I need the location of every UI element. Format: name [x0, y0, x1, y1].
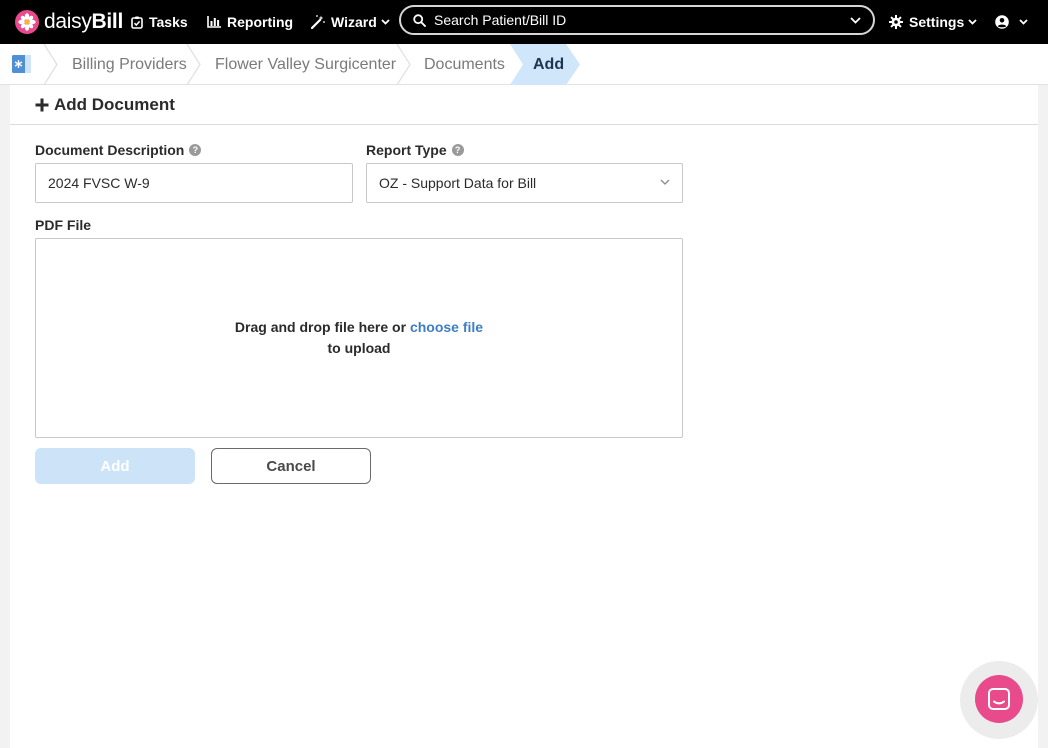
chevron-down-icon	[968, 19, 977, 25]
search-icon	[413, 13, 426, 27]
breadcrumb-separator	[43, 44, 58, 85]
clipboard-check-icon	[131, 16, 143, 29]
pdf-dropzone[interactable]: Drag and drop file here or choose file t…	[35, 238, 683, 438]
nav-reporting-label: Reporting	[227, 14, 294, 30]
report-type-selected-value: OZ - Support Data for Bill	[379, 175, 537, 191]
dropzone-text-upload: to upload	[327, 340, 391, 356]
breadcrumb-documents[interactable]: Documents	[424, 44, 505, 85]
breadcrumb-billing-providers[interactable]: Billing Providers	[72, 44, 187, 85]
breadcrumb: Billing Providers Flower Valley Surgicen…	[0, 44, 1048, 85]
home-page-icon[interactable]	[12, 54, 32, 74]
breadcrumb-add: Add	[533, 55, 565, 73]
nav-tasks-label: Tasks	[149, 14, 188, 30]
card-header: Add Document	[10, 85, 1038, 125]
nav-settings-label: Settings	[909, 14, 965, 30]
choose-file-link[interactable]: choose file	[410, 319, 483, 335]
daisy-logo-icon	[15, 10, 39, 34]
search-input[interactable]: Search Patient/Bill ID	[434, 12, 850, 28]
brand-logo-link[interactable]: daisyBill	[15, 10, 123, 34]
page-title: Add Document	[54, 94, 175, 114]
user-menu[interactable]	[995, 15, 1028, 29]
chat-launcher-button[interactable]	[975, 675, 1023, 723]
dropzone-line-1: Drag and drop file here or choose file	[235, 317, 483, 338]
chat-icon	[988, 688, 1010, 710]
document-description-input[interactable]: 2024 FVSC W-9	[35, 163, 353, 203]
brand-name: daisyBill	[44, 10, 123, 34]
breadcrumb-flower-valley-surgicenter[interactable]: Flower Valley Surgicenter	[215, 44, 396, 85]
brand-suffix: Bill	[91, 10, 124, 33]
nav-tasks[interactable]: Tasks	[131, 14, 188, 30]
chevron-down-icon	[660, 179, 670, 185]
add-button[interactable]: Add	[35, 448, 195, 484]
breadcrumb-separator	[186, 44, 201, 85]
magic-wand-icon	[311, 15, 325, 29]
document-description-label: Document Description ?	[35, 142, 202, 158]
user-circle-icon	[995, 15, 1009, 29]
brand-prefix: daisy	[44, 10, 92, 33]
help-icon[interactable]: ?	[451, 144, 464, 156]
plus-icon	[35, 98, 49, 111]
top-navbar: daisyBill Tasks Reporting Wizard Search …	[0, 0, 1048, 44]
chevron-down-icon	[381, 19, 390, 25]
dropzone-text: Drag and drop file here or	[234, 319, 407, 335]
gear-icon	[889, 15, 903, 29]
pdf-file-label: PDF File	[35, 217, 92, 233]
help-icon[interactable]: ?	[189, 144, 202, 156]
report-type-label-text: Report Type	[366, 142, 447, 158]
bar-chart-icon	[207, 16, 221, 28]
nav-reporting[interactable]: Reporting	[207, 14, 293, 30]
cancel-button[interactable]: Cancel	[211, 448, 371, 484]
document-description-label-text: Document Description	[35, 142, 185, 158]
chevron-down-icon	[1019, 19, 1028, 25]
breadcrumb-separator	[396, 44, 411, 85]
report-type-select[interactable]: OZ - Support Data for Bill	[366, 163, 683, 203]
report-type-label: Report Type ?	[366, 142, 464, 158]
chevron-down-icon[interactable]	[850, 16, 861, 24]
add-document-card: Add Document Document Description ? 2024…	[10, 85, 1038, 748]
nav-settings[interactable]: Settings	[889, 14, 977, 30]
nav-wizard[interactable]: Wizard	[311, 14, 390, 30]
nav-wizard-label: Wizard	[331, 14, 377, 30]
patient-bill-search[interactable]: Search Patient/Bill ID	[399, 5, 875, 35]
